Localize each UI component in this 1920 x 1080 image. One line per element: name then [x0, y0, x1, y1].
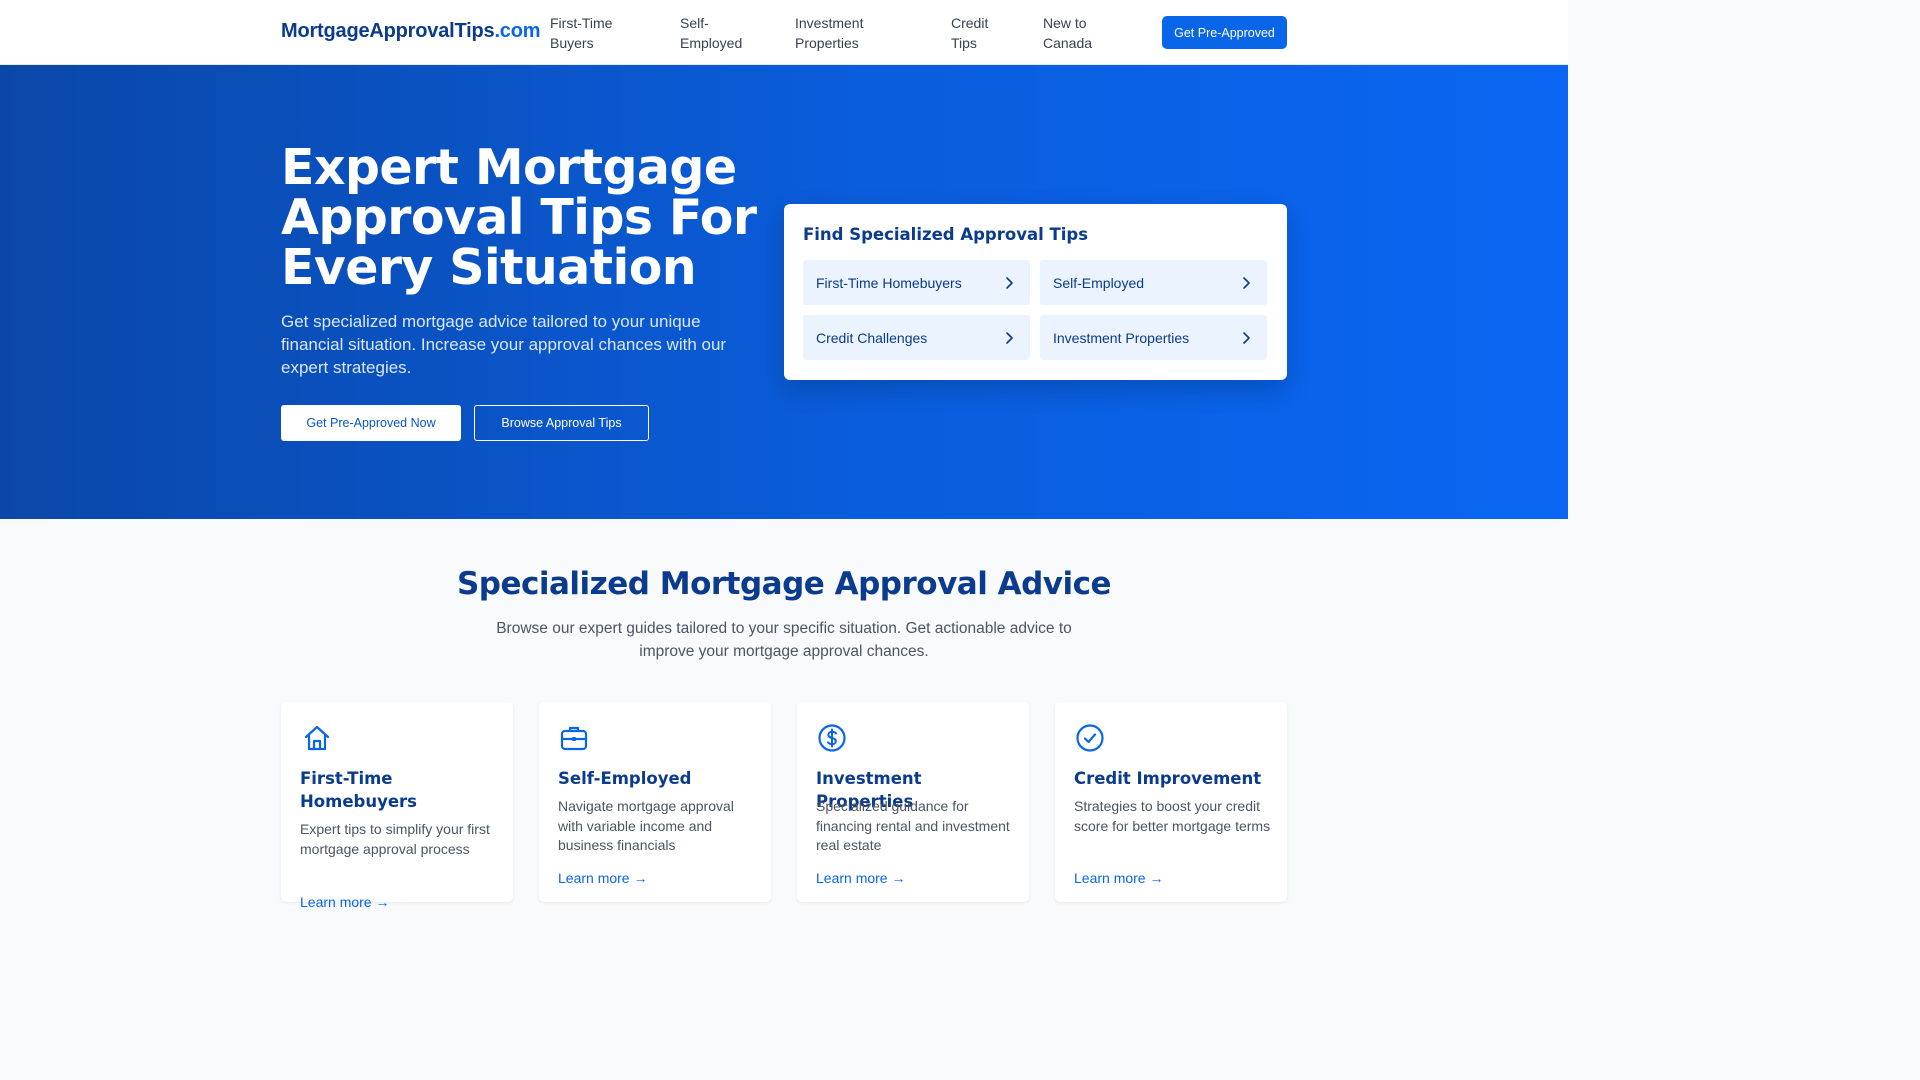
nav-self-employed[interactable]: Self-Employed	[680, 13, 760, 53]
nav-first-time-buyers[interactable]: First-Time Buyers	[550, 13, 630, 53]
tips-finder-panel: Find Specialized Approval Tips First-Tim…	[784, 204, 1287, 380]
hero-subtitle: Get specialized mortgage advice tailored…	[281, 312, 727, 377]
card-description: Strategies to boost your credit score fo…	[1074, 798, 1271, 834]
card-description: Specialized guidance for financing renta…	[816, 798, 1010, 853]
home-icon	[304, 725, 330, 751]
briefcase-icon	[560, 726, 588, 751]
finder-option-label: Investment Properties	[1053, 329, 1190, 346]
card-investment-properties[interactable]: Investment Properties Specialized guidan…	[797, 702, 1029, 902]
logo-name: MortgageApprovalTips	[281, 20, 495, 42]
finder-option-investment-properties[interactable]: Investment Properties	[1040, 315, 1267, 360]
learn-more-link[interactable]: Learn more →	[558, 870, 647, 886]
finder-title: Find Specialized Approval Tips	[803, 225, 1089, 244]
finder-option-label: Credit Challenges	[816, 329, 928, 346]
logo-tld: .com	[494, 20, 541, 42]
check-circle-icon	[1076, 724, 1104, 752]
learn-more-link[interactable]: Learn more →	[1074, 870, 1163, 886]
card-description: Expert tips to simplify your first mortg…	[300, 821, 490, 857]
learn-more-link[interactable]: Learn more →	[300, 894, 389, 910]
chevron-right-icon	[1006, 276, 1013, 289]
card-title: Self-Employed	[558, 769, 692, 788]
finder-option-credit-challenges[interactable]: Credit Challenges	[803, 315, 1030, 360]
card-self-employed[interactable]: Self-Employed Navigate mortgage approval…	[539, 702, 771, 902]
finder-option-label: First-Time Homebuyers	[816, 274, 962, 291]
chevron-right-icon	[1243, 276, 1250, 289]
section-title: Specialized Mortgage Approval Advice	[456, 566, 1112, 602]
get-pre-approved-button[interactable]: Get Pre-Approved	[1162, 16, 1287, 49]
finder-option-self-employed[interactable]: Self-Employed	[1040, 260, 1267, 305]
site-header: MortgageApprovalTips.com First-Time Buye…	[0, 0, 1568, 65]
section-subtitle: Browse our expert guides tailored to you…	[496, 620, 1072, 660]
get-pre-approved-now-button[interactable]: Get Pre-Approved Now	[281, 405, 461, 441]
browse-approval-tips-button[interactable]: Browse Approval Tips	[474, 405, 649, 441]
site-logo[interactable]: MortgageApprovalTips.com	[281, 20, 541, 43]
nav-investment-properties[interactable]: Investment Properties	[795, 13, 895, 53]
card-first-time-homebuyers[interactable]: First-Time Homebuyers Expert tips to sim…	[281, 702, 513, 910]
finder-option-label: Self-Employed	[1053, 274, 1145, 291]
card-description: Navigate mortgage approval with variable…	[558, 798, 734, 853]
card-title: First-Time Homebuyers	[300, 769, 417, 811]
hero-section: Expert Mortgage Approval Tips For Every …	[0, 65, 1568, 519]
dollar-circle-icon	[818, 724, 846, 752]
card-title: Credit Improvement	[1074, 769, 1262, 788]
learn-more-link[interactable]: Learn more →	[816, 870, 905, 886]
nav-new-to-canada[interactable]: New to Canada	[1043, 13, 1103, 53]
hero-title: Expert Mortgage Approval Tips For Every …	[281, 139, 757, 296]
card-credit-improvement[interactable]: Credit Improvement Strategies to boost y…	[1055, 702, 1287, 902]
nav-credit-tips[interactable]: Credit Tips	[951, 13, 1006, 53]
finder-option-first-time-homebuyers[interactable]: First-Time Homebuyers	[803, 260, 1030, 305]
chevron-right-icon	[1243, 331, 1250, 344]
chevron-right-icon	[1006, 331, 1013, 344]
